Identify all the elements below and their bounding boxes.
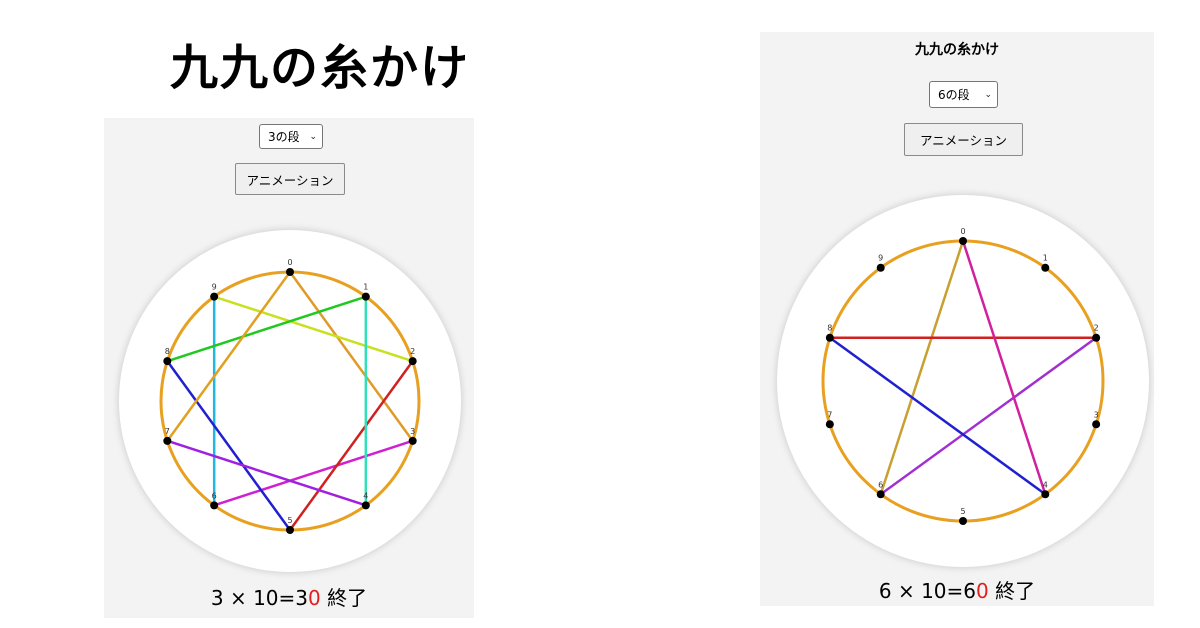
peg-label: 7 bbox=[827, 410, 832, 419]
peg-label: 2 bbox=[410, 347, 415, 356]
peg-label: 0 bbox=[287, 258, 292, 267]
chevron-down-icon: ⌄ bbox=[309, 131, 317, 142]
guide-circle bbox=[821, 239, 1105, 523]
peg-label: 8 bbox=[165, 347, 170, 356]
select-value: 6の段 bbox=[938, 88, 970, 102]
peg-point bbox=[361, 292, 370, 301]
status-end: 終了 bbox=[327, 586, 368, 610]
panel-title: 九九の糸かけ bbox=[915, 42, 999, 58]
peg-label: 6 bbox=[878, 480, 883, 489]
status-rhs: 10 bbox=[253, 586, 279, 610]
string-art-canvas: 0 1 2 3 4 5 6 7 8 9 bbox=[159, 258, 421, 534]
status-eq: = bbox=[278, 586, 296, 610]
animation-button[interactable]: アニメーション bbox=[904, 123, 1023, 156]
page-title: 九九の糸かけ bbox=[169, 40, 470, 96]
peg-point bbox=[1092, 333, 1101, 342]
peg-label: 4 bbox=[1043, 480, 1048, 489]
peg-point bbox=[408, 357, 417, 366]
peg-point bbox=[210, 292, 219, 301]
status-lhs: 6 bbox=[878, 579, 892, 603]
status-rhs: 10 bbox=[921, 579, 947, 603]
chevron-down-icon: ⌄ bbox=[984, 89, 992, 100]
string-art-disc: 0 1 2 3 4 5 6 7 8 9 bbox=[777, 195, 1149, 567]
string-segment bbox=[879, 336, 1097, 496]
string-segment bbox=[879, 240, 965, 495]
peg-label: 9 bbox=[878, 254, 883, 263]
peg-point bbox=[959, 517, 967, 525]
status-result: 6 bbox=[963, 579, 977, 603]
status-eq: = bbox=[946, 579, 964, 603]
peg-point bbox=[163, 357, 172, 366]
peg-label: 9 bbox=[212, 283, 217, 292]
peg-label: 8 bbox=[827, 324, 832, 333]
peg-point bbox=[1041, 263, 1050, 272]
peg-point bbox=[876, 263, 885, 272]
status-result-last-digit: 0 bbox=[308, 586, 321, 610]
string-art-disc: 0 1 2 3 4 5 6 7 8 9 bbox=[119, 230, 461, 572]
peg-point bbox=[1041, 490, 1050, 499]
peg-label: 1 bbox=[1043, 254, 1048, 263]
peg-label: 0 bbox=[960, 227, 965, 236]
status-line: 3 × 10=30 終了 bbox=[104, 582, 474, 611]
peg-point bbox=[959, 237, 967, 245]
peg-point bbox=[408, 436, 417, 445]
times-table-select[interactable]: 6の段 ⌄ bbox=[929, 81, 998, 108]
peg-label: 3 bbox=[410, 427, 415, 436]
peg-label: 4 bbox=[363, 491, 368, 500]
peg-point bbox=[876, 490, 885, 499]
peg-label: 7 bbox=[165, 427, 170, 436]
peg-point bbox=[825, 333, 834, 342]
peg-point bbox=[361, 501, 370, 510]
peg-point bbox=[286, 526, 294, 534]
guide-circle bbox=[159, 270, 421, 532]
peg-label: 5 bbox=[960, 507, 965, 516]
peg-label: 1 bbox=[363, 283, 368, 292]
peg-point bbox=[1092, 420, 1101, 429]
animation-button[interactable]: アニメーション bbox=[235, 163, 345, 195]
peg-point bbox=[825, 420, 834, 429]
peg-point bbox=[210, 501, 219, 510]
status-lhs: 3 bbox=[210, 586, 224, 610]
peg-label: 2 bbox=[1094, 324, 1099, 333]
peg-point bbox=[163, 436, 172, 445]
status-result: 3 bbox=[295, 586, 309, 610]
status-line: 6 × 10=60 終了 bbox=[760, 575, 1154, 604]
panel-3-times: 3の段 ⌄ アニメーション 0123456789 3 × 10=30 終了 bbox=[104, 118, 474, 618]
peg-label: 6 bbox=[212, 491, 217, 500]
status-times: × bbox=[229, 586, 247, 610]
times-table-select[interactable]: 3の段 ⌄ bbox=[259, 124, 323, 149]
peg-label: 5 bbox=[287, 516, 292, 525]
string-art-canvas: 0 1 2 3 4 5 6 7 8 9 bbox=[821, 227, 1105, 525]
select-value: 3の段 bbox=[268, 130, 300, 144]
status-end: 終了 bbox=[995, 579, 1036, 603]
string-segment bbox=[829, 336, 1047, 496]
string-segment bbox=[961, 240, 1047, 495]
status-times: × bbox=[897, 579, 915, 603]
peg-point bbox=[286, 268, 294, 276]
panel-6-times: 九九の糸かけ 6の段 ⌄ アニメーション 0123456789 6 × 10=6… bbox=[760, 32, 1154, 606]
peg-label: 3 bbox=[1094, 410, 1099, 419]
status-result-last-digit: 0 bbox=[976, 579, 989, 603]
